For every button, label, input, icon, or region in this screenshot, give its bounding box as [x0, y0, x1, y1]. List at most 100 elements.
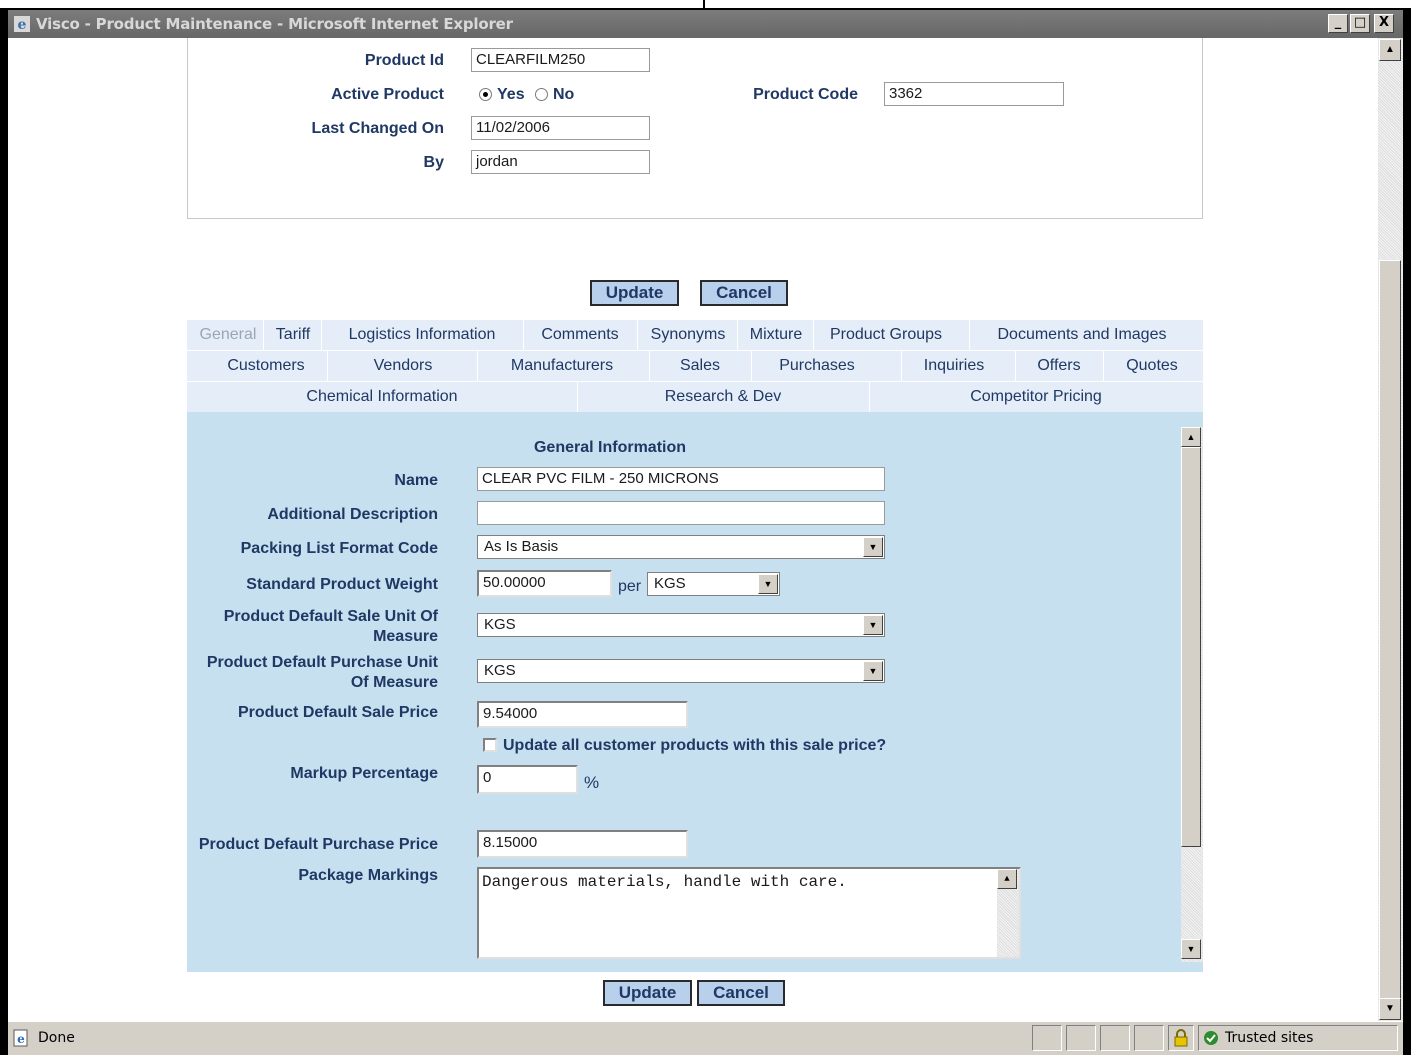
chevron-down-icon[interactable]: ▼ — [863, 615, 883, 635]
default-purchase-price-field[interactable]: 8.15000 — [477, 830, 688, 858]
svg-text:e: e — [18, 17, 27, 33]
general-information-heading: General Information — [533, 439, 687, 456]
tab-divider — [637, 320, 638, 350]
minimize-button[interactable]: _ — [1328, 14, 1348, 33]
page-done-icon: e — [13, 1029, 28, 1047]
tab-inquiries[interactable]: Inquiries — [907, 351, 1001, 381]
name-field[interactable]: CLEAR PVC FILM - 250 MICRONS — [477, 467, 885, 491]
default-sale-uom-select[interactable]: KGS ▼ — [477, 613, 885, 637]
textarea-scroll-up-icon[interactable]: ▲ — [997, 869, 1017, 889]
scroll-down-arrow-icon[interactable]: ▼ — [1379, 998, 1401, 1020]
update-button-bottom[interactable]: Update — [603, 980, 692, 1006]
tab-mixture[interactable]: Mixture — [741, 320, 811, 350]
status-pane — [1168, 1025, 1194, 1051]
window-title-bar: e Visco - Product Maintenance - Microsof… — [8, 10, 1403, 38]
tab-row-2: Customers Vendors Manufacturers Sales Pu… — [187, 351, 1203, 381]
default-purchase-uom-label: Product Default Purchase Unit Of Measure — [190, 653, 438, 693]
default-purchase-uom-label-line2: Of Measure — [350, 674, 438, 691]
default-purchase-price-label: Product Default Purchase Price — [198, 836, 438, 853]
tab-divider — [969, 320, 970, 350]
page-scrollbar[interactable]: ▲ ▼ — [1378, 38, 1403, 1021]
textarea-scrollbar[interactable]: ▲ — [997, 869, 1019, 957]
tab-comments[interactable]: Comments — [527, 320, 633, 350]
last-changed-on-field[interactable]: 11/02/2006 — [471, 116, 650, 140]
standard-product-weight-label: Standard Product Weight — [246, 576, 438, 593]
status-pane — [1134, 1025, 1164, 1051]
weight-unit-value: KGS — [654, 575, 686, 592]
changed-by-label: By — [423, 154, 444, 171]
tab-logistics-information[interactable]: Logistics Information — [327, 320, 517, 350]
tab-documents-and-images[interactable]: Documents and Images — [977, 320, 1187, 350]
tab-row-1: General Tariff Logistics Information Com… — [187, 320, 1203, 350]
update-button-top[interactable]: Update — [590, 280, 679, 306]
standard-product-weight-field[interactable]: 50.00000 — [477, 570, 612, 597]
chevron-down-icon[interactable]: ▼ — [758, 574, 778, 594]
tab-vendors[interactable]: Vendors — [347, 351, 459, 381]
last-changed-on-label: Last Changed On — [311, 120, 444, 137]
status-text: Done — [38, 1030, 75, 1046]
tab-chemical-information[interactable]: Chemical Information — [187, 382, 577, 412]
chevron-down-icon[interactable]: ▼ — [863, 537, 883, 557]
update-customer-products-label: Update all customer products with this s… — [503, 737, 887, 754]
panel-scrollbar-thumb[interactable] — [1181, 447, 1201, 847]
tab-divider — [901, 351, 902, 381]
status-pane — [1032, 1025, 1062, 1051]
active-yes-radio[interactable] — [479, 88, 492, 101]
cancel-button-top[interactable]: Cancel — [700, 280, 788, 306]
tab-divider — [321, 320, 322, 350]
tab-customers[interactable]: Customers — [207, 351, 325, 381]
markup-percentage-field[interactable]: 0 — [477, 765, 578, 794]
cancel-button-bottom[interactable]: Cancel — [697, 980, 785, 1006]
panel-scrollbar[interactable]: ▲ ▼ — [1181, 427, 1203, 962]
percent-sign: % — [584, 773, 600, 792]
default-sale-price-field[interactable]: 9.54000 — [477, 701, 688, 728]
frame-tick — [703, 0, 705, 10]
tab-sales[interactable]: Sales — [657, 351, 743, 381]
tab-general[interactable]: General — [195, 320, 261, 350]
panel-scroll-up-icon[interactable]: ▲ — [1181, 427, 1201, 447]
status-bar: e Done Trusted sites — [8, 1021, 1403, 1055]
markup-percentage-label: Markup Percentage — [290, 765, 438, 782]
product-code-field[interactable]: 3362 — [884, 82, 1064, 106]
additional-description-label: Additional Description — [267, 506, 438, 523]
default-purchase-uom-select[interactable]: KGS ▼ — [477, 659, 885, 683]
default-sale-uom-label-line1: Product Default Sale Unit Of — [223, 608, 438, 625]
maximize-button[interactable]: □ — [1350, 14, 1370, 33]
tab-research-and-dev[interactable]: Research & Dev — [577, 382, 869, 412]
close-button[interactable]: X — [1374, 14, 1394, 33]
tab-product-groups[interactable]: Product Groups — [817, 320, 955, 350]
package-markings-label: Package Markings — [298, 867, 438, 884]
tab-synonyms[interactable]: Synonyms — [643, 320, 733, 350]
package-markings-textarea[interactable]: Dangerous materials, handle with care. ▲ — [477, 867, 1021, 959]
packing-list-format-code-select[interactable]: As Is Basis ▼ — [477, 535, 885, 559]
product-id-field[interactable]: CLEARFILM250 — [471, 48, 650, 72]
product-id-label: Product Id — [364, 52, 444, 69]
tab-offers[interactable]: Offers — [1021, 351, 1097, 381]
default-purchase-uom-value: KGS — [484, 662, 516, 679]
tab-tariff[interactable]: Tariff — [267, 320, 319, 350]
zone-text: Trusted sites — [1225, 1030, 1314, 1046]
svg-text:e: e — [17, 1032, 25, 1046]
frame-right-border — [1403, 8, 1411, 1055]
tab-divider — [477, 351, 478, 381]
update-customer-products-checkbox[interactable] — [483, 738, 497, 752]
default-sale-uom-label: Product Default Sale Unit Of Measure — [190, 607, 438, 647]
active-no-radio[interactable] — [535, 88, 548, 101]
page-scrollbar-thumb[interactable] — [1379, 260, 1401, 1010]
tab-divider — [813, 320, 814, 350]
status-pane — [1066, 1025, 1096, 1051]
tab-competitor-pricing[interactable]: Competitor Pricing — [869, 382, 1203, 412]
panel-scroll-down-icon[interactable]: ▼ — [1181, 939, 1201, 959]
tab-quotes[interactable]: Quotes — [1109, 351, 1195, 381]
active-product-label: Active Product — [331, 86, 444, 103]
tab-purchases[interactable]: Purchases — [757, 351, 877, 381]
scroll-up-arrow-icon[interactable]: ▲ — [1379, 39, 1401, 61]
product-code-label: Product Code — [753, 86, 858, 103]
additional-description-field[interactable] — [477, 501, 885, 525]
frame-left-border — [0, 8, 8, 1055]
chevron-down-icon[interactable]: ▼ — [863, 661, 883, 681]
tab-divider — [1015, 351, 1016, 381]
weight-unit-select[interactable]: KGS ▼ — [647, 572, 780, 596]
tab-manufacturers[interactable]: Manufacturers — [487, 351, 637, 381]
changed-by-field[interactable]: jordan — [471, 150, 650, 174]
